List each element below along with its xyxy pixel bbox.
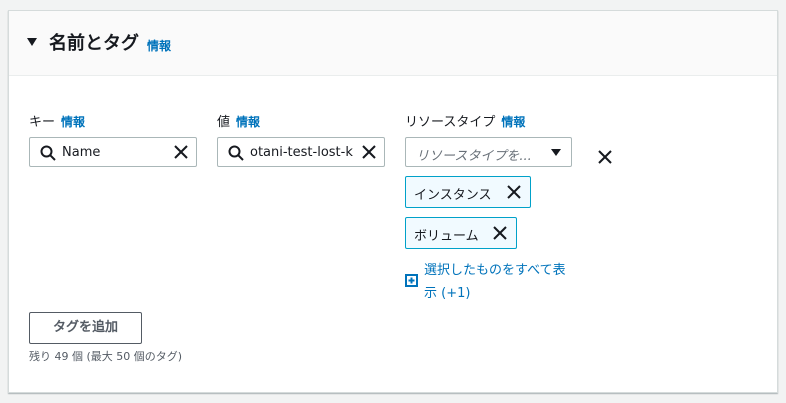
resource-type-select[interactable]: リソースタイプを... — [405, 137, 572, 167]
search-icon — [40, 145, 56, 161]
value-input[interactable]: otani-test-lost-k — [217, 137, 385, 167]
section-info-link[interactable]: 情報 — [147, 37, 171, 54]
close-icon[interactable] — [507, 185, 521, 199]
token-label: ボリューム — [414, 229, 479, 244]
add-tag-button[interactable]: タグを追加 — [29, 312, 142, 344]
key-label-group: キー 情報 — [29, 111, 85, 130]
value-input-value: otani-test-lost-k — [250, 145, 353, 160]
resource-type-label-group: リソースタイプ 情報 — [405, 111, 525, 130]
panel-title: 名前とタグ — [49, 33, 139, 54]
caret-down-icon — [551, 149, 561, 156]
token-volume: ボリューム — [405, 217, 517, 249]
resource-type-info-link[interactable]: 情報 — [501, 115, 525, 129]
remove-tag-icon[interactable] — [598, 150, 612, 164]
clear-icon[interactable] — [362, 145, 376, 159]
token-label: インスタンス — [414, 188, 492, 203]
value-label-group: 値情報 — [217, 111, 260, 130]
tags-panel: 名前とタグ 情報 キー 情報 Name 値情報 otani-test-lost-k — [8, 10, 778, 393]
show-all-label: 選択したものをすべて表示 (+1) — [424, 263, 566, 301]
plus-square-icon — [405, 274, 418, 287]
key-info-link[interactable]: 情報 — [61, 115, 85, 129]
panel-header[interactable]: 名前とタグ 情報 — [9, 11, 777, 76]
clear-icon[interactable] — [174, 145, 188, 159]
token-instance: インスタンス — [405, 176, 531, 208]
key-input[interactable]: Name — [29, 137, 197, 167]
key-label: キー — [29, 115, 56, 130]
key-input-value: Name — [62, 145, 101, 160]
resource-type-label: リソースタイプ — [405, 115, 496, 130]
remaining-tags-hint: 残り 49 個 (最大 50 個のタグ) — [29, 350, 183, 363]
close-icon[interactable] — [493, 226, 507, 240]
value-info-link[interactable]: 情報 — [236, 115, 260, 129]
resource-type-placeholder: リソースタイプを... — [416, 149, 532, 164]
value-label: 値 — [217, 115, 231, 130]
search-icon — [228, 145, 244, 161]
caret-down-icon[interactable] — [27, 38, 37, 46]
